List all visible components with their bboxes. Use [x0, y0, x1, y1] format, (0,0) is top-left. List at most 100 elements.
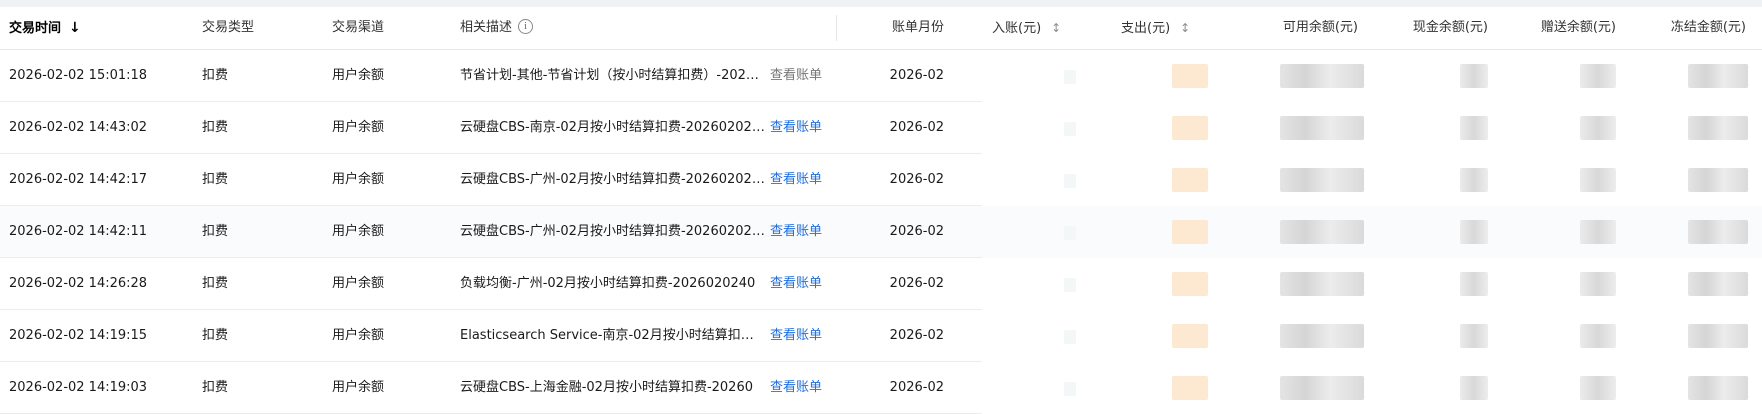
top-strip	[0, 0, 1762, 7]
column-header-expense[interactable]: 支出(元) ↕	[1121, 7, 1190, 49]
cell-time: 2026-02-02 14:19:15	[9, 328, 148, 343]
cell-desc: Elasticsearch Service-南京-02月按小时结算扣费-2026	[460, 328, 765, 343]
blurred-cash	[1460, 220, 1488, 244]
table-row: 2026-02-02 14:42:11 扣费 用户余额 云硬盘CBS-广州-02…	[0, 206, 1762, 258]
blurred-expense	[1172, 220, 1208, 244]
column-header-gift: 赠送余额(元)	[1540, 20, 1616, 35]
view-bill-link[interactable]: 查看账单	[770, 310, 822, 362]
cell-desc: 云硬盘CBS-广州-02月按小时结算扣费-2026020214	[460, 172, 765, 187]
cell-type: 扣费	[202, 68, 229, 83]
table-row: 2026-02-02 14:19:15 扣费 用户余额 Elasticsearc…	[0, 310, 1762, 362]
info-circle-icon[interactable]: i	[518, 19, 534, 34]
blurred-income	[1064, 70, 1076, 84]
cell-channel: 用户余额	[332, 380, 385, 395]
column-header-desc: 相关描述 i	[460, 7, 534, 49]
cell-desc: 节省计划-其他-节省计划（按小时结算扣费）-2026020215	[460, 68, 765, 83]
blurred-gift	[1580, 324, 1616, 348]
column-header-income[interactable]: 入账(元) ↕	[992, 7, 1061, 49]
blurred-available	[1280, 168, 1364, 192]
cell-channel: 用户余额	[332, 224, 385, 239]
column-header-available: 可用余额(元)	[1282, 20, 1358, 35]
blurred-gift	[1580, 220, 1616, 244]
cell-channel: 用户余额	[332, 120, 385, 135]
blurred-cash	[1460, 376, 1488, 400]
blurred-frozen	[1688, 220, 1748, 244]
cell-month: 2026-02	[889, 224, 944, 239]
blurred-available	[1280, 324, 1364, 348]
column-header-cash: 现金余额(元)	[1412, 20, 1488, 35]
blurred-frozen	[1688, 168, 1748, 192]
cell-channel: 用户余额	[332, 328, 385, 343]
cell-time: 2026-02-02 14:42:11	[9, 224, 148, 239]
view-bill-link[interactable]: 查看账单	[770, 362, 822, 414]
cell-month: 2026-02	[889, 380, 944, 395]
cell-desc: 负载均衡-广州-02月按小时结算扣费-2026020240	[460, 276, 756, 291]
cell-month: 2026-02	[889, 172, 944, 187]
cell-time: 2026-02-02 14:42:17	[9, 172, 148, 187]
column-header-frozen: 冻结金额(元)	[1670, 20, 1746, 35]
blurred-income	[1064, 226, 1076, 240]
cell-desc: 云硬盘CBS-南京-02月按小时结算扣费-2026020214	[460, 120, 765, 135]
cell-type: 扣费	[202, 120, 229, 135]
cell-channel: 用户余额	[332, 68, 385, 83]
blurred-expense	[1172, 272, 1208, 296]
view-bill-link[interactable]: 查看账单	[770, 206, 822, 258]
column-header-channel: 交易渠道	[332, 20, 385, 35]
cell-month: 2026-02	[889, 68, 944, 83]
blurred-expense	[1172, 168, 1208, 192]
column-header-type: 交易类型	[202, 20, 255, 35]
table-row: 2026-02-02 14:43:02 扣费 用户余额 云硬盘CBS-南京-02…	[0, 102, 1762, 154]
blurred-gift	[1580, 168, 1616, 192]
blurred-cash	[1460, 64, 1488, 88]
view-bill-link[interactable]: 查看账单	[770, 154, 822, 206]
cell-time: 2026-02-02 14:43:02	[9, 120, 148, 135]
cell-month: 2026-02	[889, 276, 944, 291]
view-bill-link[interactable]: 查看账单	[770, 50, 822, 102]
cell-month: 2026-02	[889, 328, 944, 343]
sort-down-arrow-icon[interactable]: ↓	[69, 7, 81, 49]
blurred-expense	[1172, 116, 1208, 140]
sort-both-icon[interactable]: ↕	[1051, 7, 1061, 49]
table-row: 2026-02-02 15:01:18 扣费 用户余额 节省计划-其他-节省计划…	[0, 50, 1762, 102]
blurred-cash	[1460, 324, 1488, 348]
cell-type: 扣费	[202, 328, 229, 343]
blurred-income	[1064, 122, 1076, 136]
blurred-available	[1280, 272, 1364, 296]
cell-desc: 云硬盘CBS-广州-02月按小时结算扣费-2026020214	[460, 224, 765, 239]
cell-type: 扣费	[202, 276, 229, 291]
blurred-income	[1064, 330, 1076, 344]
blurred-expense	[1172, 64, 1208, 88]
column-header-desc-label: 相关描述	[460, 20, 513, 35]
table-header: 交易时间 ↓ 交易类型 交易渠道 相关描述 i 账单月份 入账(元) ↕ 支出(元) ↕…	[0, 7, 1762, 50]
blurred-gift	[1580, 272, 1616, 296]
table-row: 2026-02-02 14:26:28 扣费 用户余额 负载均衡-广州-02月按…	[0, 258, 1762, 310]
table-row: 2026-02-02 14:42:17 扣费 用户余额 云硬盘CBS-广州-02…	[0, 154, 1762, 206]
blurred-cash	[1460, 116, 1488, 140]
blurred-income	[1064, 382, 1076, 396]
transaction-table: 交易时间 ↓ 交易类型 交易渠道 相关描述 i 账单月份 入账(元) ↕ 支出(元) ↕…	[0, 7, 1762, 414]
cell-time: 2026-02-02 14:19:03	[9, 380, 148, 395]
blurred-available	[1280, 376, 1364, 400]
cell-type: 扣费	[202, 224, 229, 239]
cell-month: 2026-02	[889, 120, 944, 135]
blurred-available	[1280, 64, 1364, 88]
cell-channel: 用户余额	[332, 172, 385, 187]
column-header-month: 账单月份	[891, 20, 944, 35]
cell-type: 扣费	[202, 172, 229, 187]
blurred-income	[1064, 174, 1076, 188]
blurred-frozen	[1688, 272, 1748, 296]
sort-both-icon[interactable]: ↕	[1180, 7, 1190, 49]
view-bill-link[interactable]: 查看账单	[770, 258, 822, 310]
blurred-income	[1064, 278, 1076, 292]
cell-time: 2026-02-02 15:01:18	[9, 68, 148, 83]
blurred-gift	[1580, 116, 1616, 140]
column-header-income-label: 入账(元)	[992, 21, 1042, 36]
column-header-time-label: 交易时间	[9, 21, 62, 36]
cell-time: 2026-02-02 14:26:28	[9, 276, 148, 291]
column-header-time[interactable]: 交易时间 ↓	[9, 7, 81, 49]
blurred-available	[1280, 220, 1364, 244]
column-header-expense-label: 支出(元)	[1121, 21, 1171, 36]
blurred-cash	[1460, 272, 1488, 296]
view-bill-link[interactable]: 查看账单	[770, 102, 822, 154]
cell-desc: 云硬盘CBS-上海金融-02月按小时结算扣费-20260	[460, 380, 753, 395]
